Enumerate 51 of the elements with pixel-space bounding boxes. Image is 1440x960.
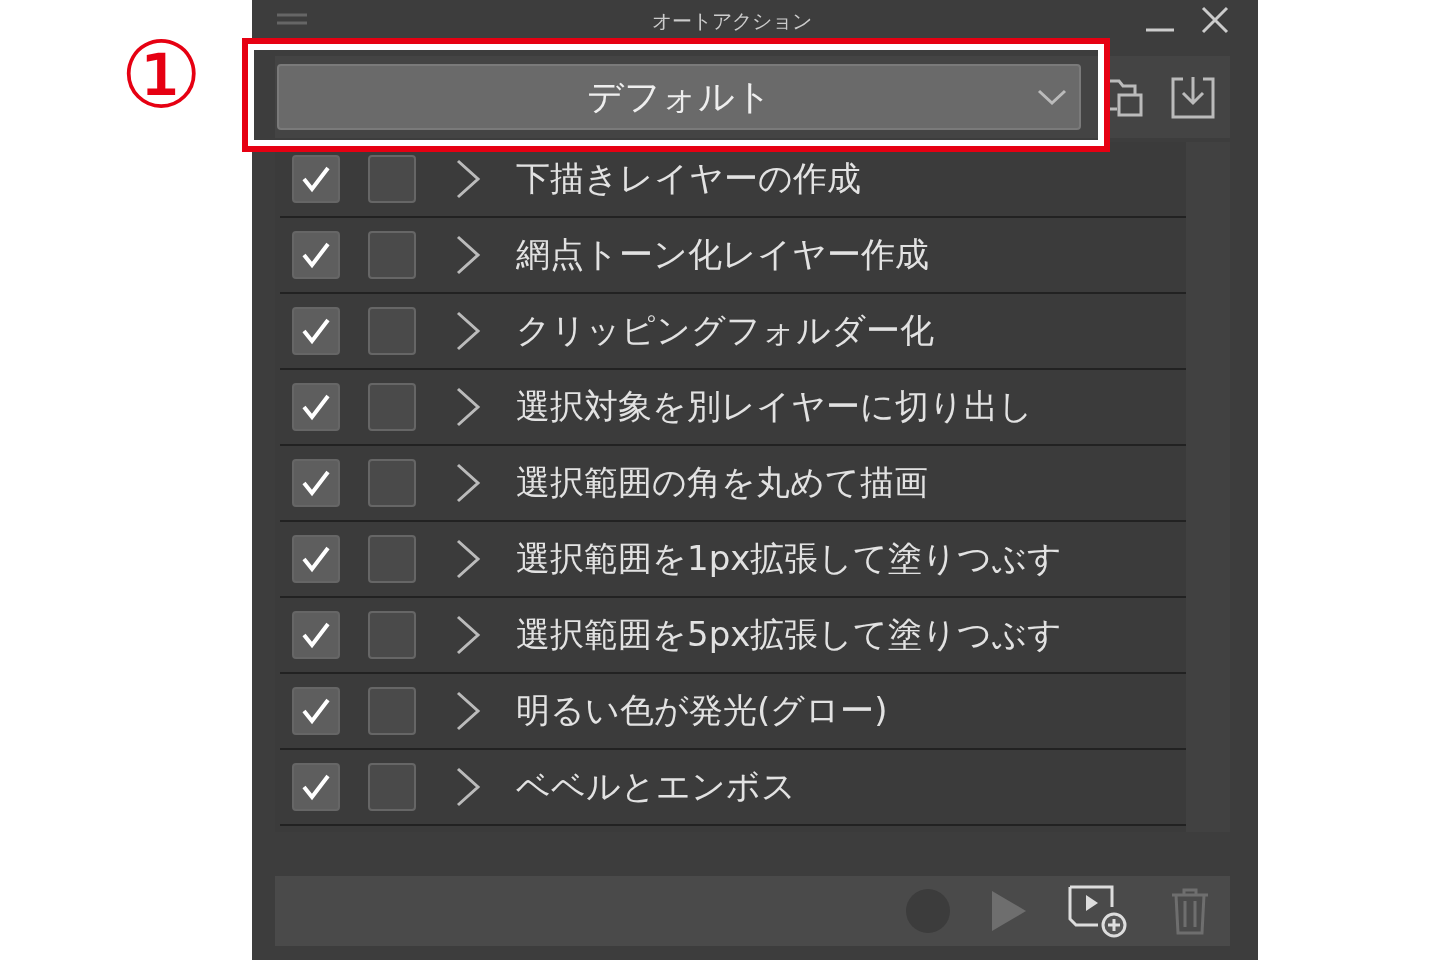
- checkmark-icon: [300, 696, 332, 726]
- dialog-toggle-box[interactable]: [368, 155, 416, 203]
- expand-chevron-icon[interactable]: [454, 767, 482, 807]
- checkmark-icon: [300, 316, 332, 346]
- close-icon[interactable]: [1200, 5, 1230, 35]
- dialog-toggle-box[interactable]: [368, 231, 416, 279]
- caret-icon: [1037, 88, 1067, 106]
- dialog-toggle-box[interactable]: [368, 459, 416, 507]
- step-number-label: ①: [120, 30, 203, 122]
- action-label[interactable]: 選択範囲の角を丸めて描画: [516, 460, 928, 506]
- dialog-toggle-box[interactable]: [368, 763, 416, 811]
- expand-chevron-icon[interactable]: [454, 159, 482, 199]
- expand-chevron-icon[interactable]: [454, 311, 482, 351]
- expand-chevron-icon[interactable]: [454, 539, 482, 579]
- enable-checkbox[interactable]: [292, 231, 340, 279]
- action-label[interactable]: 明るい色が発光(グロー): [516, 688, 888, 734]
- scrollbar-track[interactable]: [1186, 142, 1230, 832]
- dialog-toggle-box[interactable]: [368, 535, 416, 583]
- expand-chevron-icon[interactable]: [454, 235, 482, 275]
- checkmark-icon: [300, 772, 332, 802]
- expand-chevron-icon[interactable]: [454, 691, 482, 731]
- expand-chevron-icon[interactable]: [454, 387, 482, 427]
- action-label[interactable]: 選択範囲を5px拡張して塗りつぶす: [516, 612, 1063, 658]
- action-label[interactable]: 網点トーン化レイヤー作成: [516, 232, 929, 278]
- window-title: オートアクション: [652, 8, 812, 35]
- action-label[interactable]: 選択範囲を1px拡張して塗りつぶす: [516, 536, 1063, 582]
- enable-checkbox[interactable]: [292, 611, 340, 659]
- preset-dropdown[interactable]: デフォルト: [277, 64, 1081, 130]
- action-label[interactable]: 選択対象を別レイヤーに切り出し: [516, 384, 1033, 430]
- checkmark-icon: [300, 620, 332, 650]
- enable-checkbox[interactable]: [292, 687, 340, 735]
- checkmark-icon: [300, 240, 332, 270]
- enable-checkbox[interactable]: [292, 307, 340, 355]
- dialog-toggle-box[interactable]: [368, 611, 416, 659]
- dialog-toggle-box[interactable]: [368, 687, 416, 735]
- checkmark-icon: [300, 392, 332, 422]
- checkmark-icon: [300, 544, 332, 574]
- dialog-toggle-box[interactable]: [368, 383, 416, 431]
- checkmark-icon: [300, 468, 332, 498]
- action-label[interactable]: 下描きレイヤーの作成: [516, 156, 861, 202]
- enable-checkbox[interactable]: [292, 155, 340, 203]
- checkmark-icon: [300, 164, 332, 194]
- dialog-toggle-box[interactable]: [368, 307, 416, 355]
- enable-checkbox[interactable]: [292, 535, 340, 583]
- expand-chevron-icon[interactable]: [454, 463, 482, 503]
- expand-chevron-icon[interactable]: [454, 615, 482, 655]
- enable-checkbox[interactable]: [292, 459, 340, 507]
- enable-checkbox[interactable]: [292, 383, 340, 431]
- action-label[interactable]: クリッピングフォルダー化: [516, 308, 934, 354]
- action-label[interactable]: ベベルとエンボス: [516, 764, 796, 810]
- enable-checkbox[interactable]: [292, 763, 340, 811]
